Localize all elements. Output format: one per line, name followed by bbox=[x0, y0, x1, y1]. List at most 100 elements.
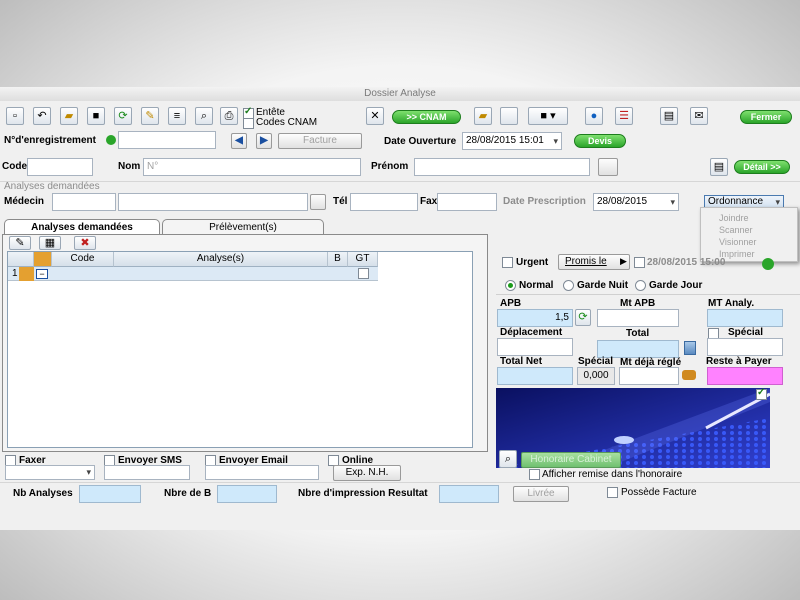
total-net-input[interactable] bbox=[497, 367, 573, 385]
nb-analyses-label: Nb Analyses bbox=[13, 488, 73, 499]
document-icon[interactable]: ▤ bbox=[660, 107, 678, 125]
new-icon[interactable]: ▫ bbox=[6, 107, 24, 125]
menu-item-visionner[interactable]: Visionner bbox=[719, 237, 756, 247]
list-icon[interactable]: ≡ bbox=[168, 107, 186, 125]
status-dot-icon bbox=[106, 135, 116, 145]
tel-label: Tél bbox=[333, 196, 348, 207]
urgent-label: Urgent bbox=[516, 257, 549, 268]
photo-checkbox[interactable] bbox=[756, 387, 767, 400]
close-icon[interactable]: ✕ bbox=[366, 107, 384, 125]
promis-status-icon bbox=[762, 258, 774, 270]
grid-delete-icon[interactable]: ✖ bbox=[74, 236, 96, 250]
reste-a-payer-input[interactable] bbox=[707, 367, 783, 385]
folder-icon[interactable]: ▰ bbox=[474, 107, 492, 125]
codes-cnam-label: Codes CNAM bbox=[256, 117, 318, 128]
special-value[interactable]: 0,000 bbox=[577, 367, 615, 385]
medecin-code-input[interactable] bbox=[52, 193, 116, 211]
special-label-1: Spécial bbox=[728, 327, 764, 338]
fax-input[interactable] bbox=[437, 193, 497, 211]
patient-lookup-button[interactable] bbox=[598, 158, 618, 176]
deplacement-input[interactable] bbox=[497, 338, 573, 356]
row-expand-icon[interactable]: − bbox=[36, 269, 48, 279]
table-row[interactable]: 1 − bbox=[8, 267, 378, 281]
possede-facture-checkbox[interactable] bbox=[607, 487, 618, 498]
row-gt-checkbox[interactable] bbox=[358, 268, 369, 279]
possede-facture-label: Possède Facture bbox=[621, 487, 697, 498]
mail-icon[interactable]: ✉ bbox=[690, 107, 708, 125]
prev-arrow-icon[interactable]: ◀ bbox=[231, 133, 247, 149]
tab-prelevements[interactable]: Prélèvement(s) bbox=[162, 219, 324, 235]
afficher-remise-checkbox[interactable] bbox=[529, 469, 540, 480]
menu-item-joindre[interactable]: Joindre bbox=[719, 213, 749, 223]
fermer-button[interactable]: Fermer bbox=[740, 110, 792, 124]
code-input[interactable] bbox=[27, 158, 93, 176]
nom-input[interactable]: N° bbox=[143, 158, 361, 176]
normal-label: Normal bbox=[519, 280, 554, 291]
preview-icon[interactable]: ⌕ bbox=[195, 107, 213, 125]
medecin-name-input[interactable] bbox=[118, 193, 308, 211]
normal-radio[interactable] bbox=[505, 280, 516, 291]
apb-input[interactable]: 1,5 bbox=[497, 309, 573, 327]
tel-input[interactable] bbox=[350, 193, 418, 211]
blank-icon[interactable] bbox=[500, 107, 518, 125]
grid-select-all-icon[interactable]: ▦ bbox=[39, 236, 61, 250]
garde-jour-radio[interactable] bbox=[635, 280, 646, 291]
nbre-de-b-input[interactable] bbox=[217, 485, 277, 503]
devis-button[interactable]: Devis bbox=[574, 134, 626, 148]
save-icon[interactable]: ■ bbox=[87, 107, 105, 125]
apb-refresh-icon[interactable]: ⟳ bbox=[575, 309, 591, 326]
mt-analy-input[interactable] bbox=[707, 309, 783, 327]
codes-cnam-checkbox[interactable] bbox=[243, 118, 254, 129]
facture-button[interactable]: Facture bbox=[278, 133, 362, 149]
garde-nuit-radio[interactable] bbox=[563, 280, 574, 291]
tab-analyses-demandees[interactable]: Analyses demandées bbox=[4, 219, 160, 235]
fax-label: Fax bbox=[420, 196, 438, 207]
patient-edit-icon[interactable]: ▤ bbox=[710, 158, 728, 176]
honoraire-cabinet-button[interactable]: Honoraire Cabinet bbox=[521, 452, 621, 468]
row-number: 1 bbox=[12, 268, 18, 279]
urgent-checkbox[interactable] bbox=[502, 257, 513, 268]
nbre-impression-input[interactable] bbox=[439, 485, 499, 503]
coins-icon[interactable] bbox=[682, 370, 696, 380]
edit-icon[interactable]: ✎ bbox=[141, 107, 159, 125]
list-check-icon[interactable]: ☰ bbox=[615, 107, 633, 125]
refresh-icon[interactable]: ⟳ bbox=[114, 107, 132, 125]
no-enregistrement-input[interactable] bbox=[118, 131, 216, 149]
photo-search-icon[interactable]: ⌕ bbox=[499, 450, 517, 468]
no-enregistrement-label: N°d'enregistrement bbox=[4, 135, 96, 146]
grid-header-code[interactable]: Code bbox=[52, 252, 114, 267]
save-dropdown-icon[interactable]: ■ ▾ bbox=[528, 107, 568, 125]
grid-header-gt[interactable]: GT bbox=[348, 252, 378, 267]
detail-button[interactable]: Détail >> bbox=[734, 160, 790, 174]
date-prescription-select[interactable]: 28/08/2015 bbox=[593, 193, 679, 211]
grid-header-analyse[interactable]: Analyse(s) bbox=[114, 252, 328, 267]
garde-nuit-label: Garde Nuit bbox=[577, 280, 629, 291]
prenom-input[interactable] bbox=[414, 158, 590, 176]
globe-icon[interactable]: ● bbox=[585, 107, 603, 125]
promis-checkbox[interactable] bbox=[634, 257, 645, 268]
cnam-button[interactable]: >> CNAM bbox=[392, 110, 461, 124]
print-icon[interactable]: ⎙ bbox=[220, 107, 238, 125]
exp-nh-button[interactable]: Exp. N.H. bbox=[333, 465, 401, 481]
special-label-2: Spécial bbox=[578, 356, 614, 367]
open-folder-icon[interactable]: ▰ bbox=[60, 107, 78, 125]
mt-apb-input[interactable] bbox=[597, 309, 679, 327]
sms-input[interactable] bbox=[104, 465, 190, 480]
nom-label: Nom bbox=[118, 161, 141, 172]
date-ouverture-select[interactable]: 28/08/2015 15:01 bbox=[462, 132, 562, 150]
email-input[interactable] bbox=[205, 465, 319, 480]
medecin-lookup-button[interactable] bbox=[310, 194, 326, 210]
faxer-select[interactable] bbox=[5, 465, 95, 480]
undo-icon[interactable]: ↶ bbox=[33, 107, 51, 125]
nb-analyses-input[interactable] bbox=[79, 485, 141, 503]
menu-item-scanner[interactable]: Scanner bbox=[719, 225, 753, 235]
mt-deja-regle-input[interactable] bbox=[619, 367, 679, 385]
next-arrow-icon[interactable]: ▶ bbox=[256, 133, 272, 149]
grid-edit-icon[interactable]: ✎ bbox=[9, 236, 31, 250]
calculator-icon[interactable] bbox=[684, 341, 696, 355]
livree-button[interactable]: Livrée bbox=[513, 486, 569, 502]
reste-a-payer-label: Reste à Payer bbox=[706, 356, 772, 367]
grid-header-b[interactable]: B bbox=[328, 252, 348, 267]
special-input[interactable] bbox=[707, 338, 783, 356]
nbre-de-b-label: Nbre de B bbox=[164, 488, 212, 499]
